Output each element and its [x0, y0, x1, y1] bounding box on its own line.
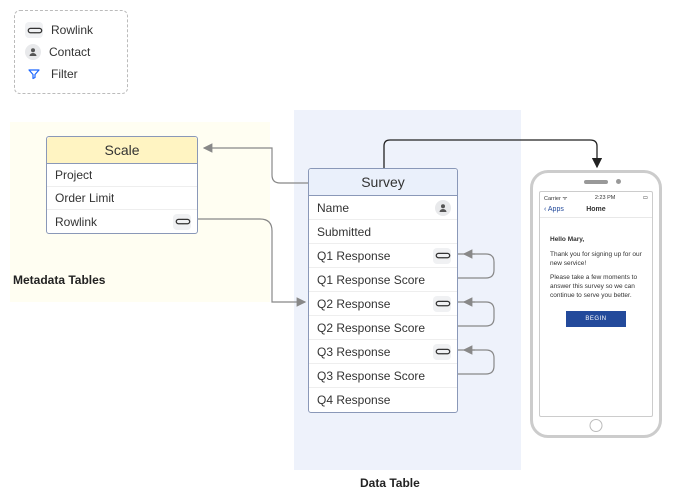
row-label: Project [55, 168, 92, 182]
table-scale-header: Scale [47, 137, 197, 164]
table-survey: Survey Name Submitted Q1 Response ⊂⊃ Q1 … [308, 168, 458, 413]
table-row: Q2 Response Score [309, 316, 457, 340]
greeting-text: Hello Mary, [550, 236, 642, 245]
legend-item-contact: Contact [25, 41, 117, 63]
legend-box: ⊂⊃ Rowlink Contact Filter [14, 10, 128, 94]
phone-body: Hello Mary, Thank you for signing up for… [540, 218, 652, 327]
phone-statusbar: Carrier ᯤ 2:23 PM ▭ [540, 192, 652, 204]
row-label: Q3 Response [317, 345, 390, 359]
row-label: Q3 Response Score [317, 369, 425, 383]
legend-label: Filter [51, 67, 78, 81]
paragraph-2: Please take a few moments to answer this… [550, 274, 642, 300]
rowlink-icon: ⊂⊃ [433, 344, 451, 360]
legend-item-filter: Filter [25, 63, 117, 85]
legend-item-rowlink: ⊂⊃ Rowlink [25, 19, 117, 41]
row-label: Q2 Response [317, 297, 390, 311]
table-survey-header: Survey [309, 169, 457, 196]
row-label: Order Limit [55, 191, 114, 205]
row-label: Q2 Response Score [317, 321, 425, 335]
legend-label: Contact [49, 45, 90, 59]
row-label: Name [317, 201, 349, 215]
row-label: Submitted [317, 225, 371, 239]
table-row: Q3 Response ⊂⊃ [309, 340, 457, 364]
table-row: Q2 Response ⊂⊃ [309, 292, 457, 316]
rowlink-icon: ⊂⊃ [173, 214, 191, 230]
row-label: Rowlink [55, 215, 97, 229]
phone-speaker [584, 180, 608, 184]
table-row: Rowlink ⊂⊃ [47, 210, 197, 233]
phone-navbar: ‹ Apps Home [540, 204, 652, 218]
rowlink-icon: ⊂⊃ [433, 296, 451, 312]
battery-icon: ▭ [643, 195, 648, 201]
table-row: Submitted [309, 220, 457, 244]
phone-camera [616, 179, 621, 184]
data-table-label: Data Table [360, 476, 420, 490]
legend-label: Rowlink [51, 23, 93, 37]
row-label: Q4 Response [317, 393, 390, 407]
paragraph-1: Thank you for signing up for our new ser… [550, 251, 642, 269]
table-row: Name [309, 196, 457, 220]
table-row: Q1 Response ⊂⊃ [309, 244, 457, 268]
row-label: Q1 Response Score [317, 273, 425, 287]
contact-icon [435, 200, 451, 216]
phone-mockup: Carrier ᯤ 2:23 PM ▭ ‹ Apps Home Hello Ma… [530, 170, 662, 438]
table-row: Order Limit [47, 187, 197, 210]
table-scale: Scale Project Order Limit Rowlink ⊂⊃ [46, 136, 198, 234]
filter-icon [25, 66, 43, 82]
table-row: Project [47, 164, 197, 187]
carrier-label: Carrier ᯤ [544, 194, 567, 202]
back-button[interactable]: ‹ Apps [544, 206, 564, 213]
metadata-tables-label: Metadata Tables [13, 273, 105, 287]
contact-icon [25, 44, 41, 60]
begin-button[interactable]: BEGIN [566, 311, 626, 327]
home-button[interactable] [590, 419, 603, 432]
phone-screen: Carrier ᯤ 2:23 PM ▭ ‹ Apps Home Hello Ma… [539, 191, 653, 417]
rowlink-icon: ⊂⊃ [433, 248, 451, 264]
rowlink-icon: ⊂⊃ [25, 22, 43, 38]
page-title: Home [586, 206, 605, 213]
table-row: Q1 Response Score [309, 268, 457, 292]
time-label: 2:23 PM [595, 195, 615, 201]
row-label: Q1 Response [317, 249, 390, 263]
table-row: Q4 Response [309, 388, 457, 412]
table-row: Q3 Response Score [309, 364, 457, 388]
